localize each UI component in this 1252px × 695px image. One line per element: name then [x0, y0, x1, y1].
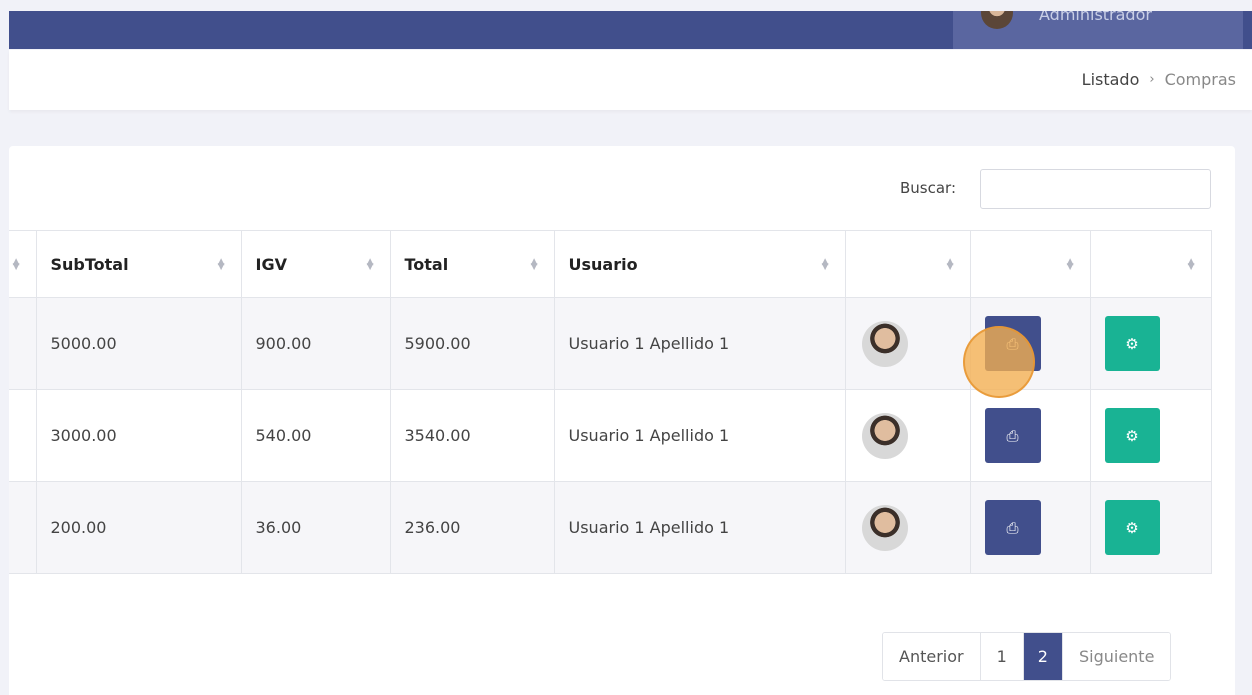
pagination-page-1[interactable]: 1	[980, 633, 1024, 680]
cell-print: ⎙	[969, 389, 1091, 482]
cell-igv: 900.00	[240, 297, 391, 390]
breadcrumb-bar: Listado › Compras	[9, 50, 1252, 110]
gear-icon: ⚙	[1125, 426, 1139, 445]
table-cell	[9, 389, 37, 482]
pagination-page-2[interactable]: 2	[1023, 633, 1063, 680]
cell-subtotal: 3000.00	[35, 389, 242, 482]
avatar	[861, 504, 908, 551]
cell-print: ⎙	[969, 297, 1091, 390]
user-menu[interactable]: Administrador	[953, 11, 1243, 49]
print-icon: ⎙	[1006, 426, 1019, 445]
cell-avatar	[844, 297, 971, 390]
cell-avatar	[844, 481, 971, 574]
cell-settings: ⚙	[1089, 389, 1212, 482]
gear-icon: ⚙	[1125, 518, 1139, 537]
cell-print: ⎙	[969, 481, 1091, 574]
cell-usuario: Usuario 1 Apellido 1	[553, 297, 846, 390]
cell-settings: ⚙	[1089, 297, 1212, 390]
purchases-card: Buscar: ▲ ▼ SubTotal ▲ ▼ IGV ▲ ▼ Total ▲ ▼ Usua…	[9, 146, 1235, 695]
table-cell	[9, 481, 37, 574]
column-header-print[interactable]: ▲ ▼	[969, 230, 1091, 298]
breadcrumb: Listado › Compras	[1082, 70, 1236, 89]
avatar	[861, 412, 908, 459]
table-header-row: ▲ ▼ SubTotal ▲ ▼ IGV ▲ ▼ Total ▲ ▼ Usuario ▲ ▼ ▲ ▼…	[9, 230, 1212, 298]
cell-settings: ⚙	[1089, 481, 1212, 574]
search-label: Buscar:	[900, 179, 957, 197]
sort-icon: ▲ ▼	[946, 257, 954, 272]
print-button[interactable]: ⎙	[984, 500, 1041, 555]
table-row: 200.00 36.00 236.00 Usuario 1 Apellido 1…	[9, 481, 1212, 574]
gear-icon: ⚙	[1125, 334, 1139, 353]
column-header-usuario[interactable]: Usuario ▲ ▼	[553, 230, 846, 298]
cell-subtotal: 200.00	[35, 481, 242, 574]
column-header-settings[interactable]: ▲ ▼	[1089, 230, 1212, 298]
cell-usuario: Usuario 1 Apellido 1	[553, 481, 846, 574]
breadcrumb-listado[interactable]: Listado	[1082, 70, 1140, 89]
sort-icon: ▲ ▼	[1187, 257, 1195, 272]
sort-icon: ▲ ▼	[217, 257, 225, 272]
column-header-avatar[interactable]: ▲ ▼	[844, 230, 971, 298]
pagination-next[interactable]: Siguiente	[1062, 633, 1171, 680]
print-button[interactable]: ⎙	[984, 408, 1041, 463]
cell-usuario: Usuario 1 Apellido 1	[553, 389, 846, 482]
print-icon: ⎙	[1006, 518, 1019, 537]
cell-avatar	[844, 389, 971, 482]
sort-icon: ▲ ▼	[530, 257, 538, 272]
sort-icon: ▲ ▼	[1066, 257, 1074, 272]
settings-button[interactable]: ⚙	[1104, 500, 1160, 555]
top-navbar: Administrador	[9, 11, 1252, 49]
cell-total: 3540.00	[389, 389, 555, 482]
column-header-igv[interactable]: IGV ▲ ▼	[240, 230, 391, 298]
settings-button[interactable]: ⚙	[1104, 316, 1160, 371]
pagination: Anterior 1 2 Siguiente	[882, 632, 1172, 681]
print-icon: ⎙	[1006, 334, 1019, 353]
sort-icon: ▲ ▼	[821, 257, 829, 272]
search-input[interactable]	[980, 169, 1211, 209]
cell-igv: 36.00	[240, 481, 391, 574]
sort-icon: ▲ ▼	[12, 257, 20, 272]
table-row: 3000.00 540.00 3540.00 Usuario 1 Apellid…	[9, 389, 1212, 482]
cell-subtotal: 5000.00	[35, 297, 242, 390]
column-header-subtotal[interactable]: SubTotal ▲ ▼	[35, 230, 242, 298]
table-cell	[9, 297, 37, 390]
pagination-previous[interactable]: Anterior	[883, 633, 981, 680]
cell-igv: 540.00	[240, 389, 391, 482]
breadcrumb-compras: Compras	[1164, 70, 1236, 89]
table-row: 5000.00 900.00 5900.00 Usuario 1 Apellid…	[9, 297, 1212, 390]
avatar	[861, 320, 908, 367]
cell-total: 236.00	[389, 481, 555, 574]
column-header-partial[interactable]: ▲ ▼	[9, 230, 37, 298]
settings-button[interactable]: ⚙	[1104, 408, 1160, 463]
user-avatar	[981, 11, 1013, 29]
print-button[interactable]: ⎙	[984, 316, 1041, 371]
column-header-total[interactable]: Total ▲ ▼	[389, 230, 555, 298]
purchases-table: ▲ ▼ SubTotal ▲ ▼ IGV ▲ ▼ Total ▲ ▼ Usuario ▲ ▼ ▲ ▼…	[9, 230, 1212, 574]
breadcrumb-separator: ›	[1149, 72, 1155, 87]
cell-total: 5900.00	[389, 297, 555, 390]
sort-icon: ▲ ▼	[366, 257, 374, 272]
user-role: Administrador	[1039, 11, 1152, 24]
